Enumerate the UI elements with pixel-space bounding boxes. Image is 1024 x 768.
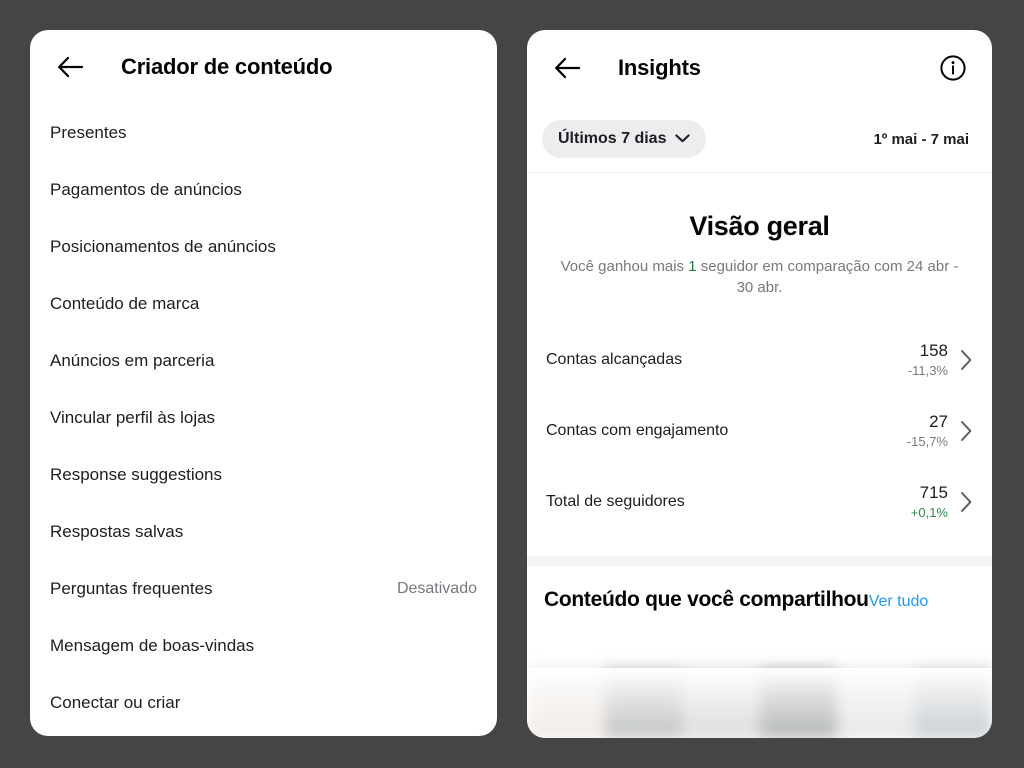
list-item-presentes[interactable]: Presentes [50,104,477,161]
metric-right-group: 158 -11,3% [908,341,973,378]
metric-delta: -11,3% [907,363,948,379]
list-item-perguntas-frequentes[interactable]: Perguntas frequentes Desativado [50,560,477,617]
list-item-label: Respostas salvas [50,522,184,541]
metric-label: Contas alcançadas [546,351,683,369]
thumbnail-strip-fade-overlay [527,668,992,738]
date-range-label: 1º mai - 7 mai [873,130,969,148]
chevron-right-icon [960,349,973,371]
list-item-label: Pagamentos de anúncios [50,180,242,199]
list-item-label: Vincular perfil às lojas [50,408,216,427]
overview-subtitle-after: seguidor em comparação com 24 abr - 30 a… [696,258,959,297]
metric-right-group: 715 +0,1% [911,483,973,520]
list-item-response-suggestions[interactable]: Response suggestions [50,446,477,503]
thumbnail [837,668,915,738]
overview-title: Visão geral [689,211,830,241]
metric-values: 27 -15,7% [907,412,948,449]
metric-value: 715 [919,483,948,503]
list-item-label: Conteúdo de marca [50,294,200,313]
list-item-vincular-perfil-as-lojas[interactable]: Vincular perfil às lojas [50,389,477,446]
list-item-label: Posicionamentos de anúncios [50,237,276,256]
metric-label: Total de seguidores [546,493,685,511]
header-divider [527,172,992,173]
metric-right-group: 27 -15,7% [907,412,973,449]
shared-content-title: Conteúdo que você compartilhou [544,587,869,611]
list-item-conteudo-de-marca[interactable]: Conteúdo de marca [50,275,477,332]
thumbnail [759,668,837,738]
metric-label: Contas com engajamento [546,422,729,440]
metric-value: 158 [919,341,948,361]
info-circle-icon[interactable] [937,52,969,84]
thumbnail [604,668,682,738]
chevron-right-icon [960,420,973,442]
metric-values: 158 -11,3% [908,341,948,378]
see-all-link[interactable]: Ver tudo [869,593,929,611]
left-panel-header: Criador de conteúdo [30,30,497,104]
list-item-status-value: Desativado [396,579,477,597]
list-item-respostas-salvas[interactable]: Respostas salvas [50,503,477,560]
metric-row-total-de-seguidores[interactable]: Total de seguidores 715 +0,1% [546,467,973,538]
list-item-mensagem-de-boas-vindas[interactable]: Mensagem de boas-vindas [50,617,477,674]
metric-delta: +0,1% [910,505,948,521]
insights-filter-bar: Últimos 7 dias 1º mai - 7 mai [527,106,992,172]
list-item-label: Conectar ou criar [50,693,181,712]
thumbnail [527,668,605,738]
back-arrow-icon[interactable] [547,48,587,88]
thumbnail [914,668,992,738]
creator-tools-panel: Criador de conteúdo Presentes Pagamentos… [30,30,497,736]
screenshot-root: Criador de conteúdo Presentes Pagamentos… [0,0,1024,768]
list-item-posicionamentos-de-anuncios[interactable]: Posicionamentos de anúncios [50,218,477,275]
metric-values: 715 +0,1% [911,483,948,520]
page-title: Insights [618,55,701,80]
shared-content-thumbnail-strip [527,668,992,738]
insights-panel: Insights Últimos 7 dias 1º mai - 7 mai V… [527,30,992,738]
metric-value: 27 [929,412,948,432]
insights-header: Insights [527,30,992,106]
metrics-list: Contas alcançadas 158 -11,3% Contas com … [527,325,992,538]
overview-subtitle-before: Você ganhou mais [560,258,689,275]
date-range-dropdown-label: Últimos 7 dias [558,130,667,147]
list-item-pagamentos-de-anuncios[interactable]: Pagamentos de anúncios [50,161,477,218]
creator-tools-list: Presentes Pagamentos de anúncios Posicio… [30,104,497,731]
shared-content-header: Conteúdo que você compartilhou Ver tudo [527,566,992,612]
list-item-conectar-ou-criar[interactable]: Conectar ou criar [50,674,477,731]
overview-subtitle: Você ganhou mais 1 seguidor em comparaçã… [560,256,960,299]
list-item-label: Perguntas frequentes [50,579,213,598]
list-item-label: Presentes [50,123,127,142]
back-arrow-icon[interactable] [50,47,90,87]
chevron-right-icon [960,491,973,513]
thumbnail [682,668,760,738]
list-item-anuncios-em-parceria[interactable]: Anúncios em parceria [50,332,477,389]
list-item-label: Mensagem de boas-vindas [50,636,255,655]
metric-row-contas-com-engajamento[interactable]: Contas com engajamento 27 -15,7% [546,396,973,467]
date-range-dropdown[interactable]: Últimos 7 dias [542,120,707,158]
metric-row-contas-alcancadas[interactable]: Contas alcançadas 158 -11,3% [546,325,973,396]
page-title: Criador de conteúdo [121,54,333,79]
list-item-label: Response suggestions [50,465,223,484]
list-item-label: Anúncios em parceria [50,351,215,370]
section-separator [527,555,992,566]
chevron-down-icon [675,130,691,148]
metric-delta: -15,7% [906,434,948,450]
overview-subtitle-highlight: 1 [688,258,697,275]
